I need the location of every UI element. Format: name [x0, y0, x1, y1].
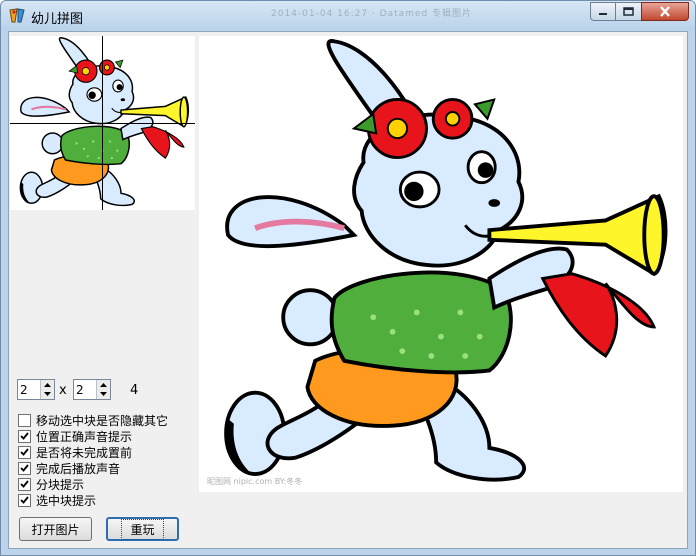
checkbox-checked[interactable] — [18, 445, 31, 459]
checkbox-checked[interactable] — [18, 461, 31, 475]
checkmark-icon — [20, 464, 29, 472]
background-title-text: 2014-01-04 16:27 · Datamed 专辑图片 — [271, 9, 473, 19]
option-label: 位置正确声音提示 — [36, 429, 133, 444]
checkbox-checked[interactable] — [18, 429, 31, 443]
option-unfinished-front[interactable]: 是否将未完成置前 — [18, 444, 132, 460]
checkmark-icon — [20, 496, 29, 504]
option-piece-hint[interactable]: 分块提示 — [18, 476, 84, 492]
checkmark-icon — [20, 432, 29, 440]
preview-grid-line-horizontal — [10, 123, 195, 124]
image-watermark: 昵图网 nipic.com BY:冬冬 — [207, 477, 303, 486]
times-symbol: x — [59, 383, 67, 398]
client-area: 昵图网 nipic.com BY:冬冬 2 x 2 4 移动选中块是否隐藏其它 — [8, 31, 688, 549]
puzzle-board[interactable]: 昵图网 nipic.com BY:冬冬 — [199, 36, 683, 492]
rows-spinner-buttons[interactable] — [40, 380, 54, 399]
option-label: 移动选中块是否隐藏其它 — [36, 413, 169, 428]
replay-button[interactable]: 重玩 — [106, 517, 179, 541]
checkmark-icon — [20, 448, 29, 456]
app-puzzle-icon — [8, 7, 26, 25]
cols-spinner-buttons[interactable] — [96, 380, 110, 399]
app-window: 幼儿拼图 2014-01-04 16:27 · Datamed 专辑图片 昵图网… — [0, 0, 696, 556]
close-button[interactable] — [641, 2, 689, 21]
cols-value[interactable]: 2 — [76, 383, 84, 397]
rows-spinner[interactable]: 2 — [17, 379, 55, 400]
preview-thumbnail — [10, 36, 195, 210]
spinner-up-icon[interactable] — [97, 380, 110, 389]
checkbox-checked[interactable] — [18, 477, 31, 491]
spinner-up-icon[interactable] — [41, 380, 54, 389]
option-hide-others[interactable]: 移动选中块是否隐藏其它 — [18, 412, 168, 428]
maximize-button[interactable] — [615, 2, 642, 21]
checkbox-checked[interactable] — [18, 493, 31, 507]
title-bar[interactable]: 幼儿拼图 2014-01-04 16:27 · Datamed 专辑图片 — [1, 1, 695, 31]
open-image-button[interactable]: 打开图片 — [19, 517, 92, 541]
window-title: 幼儿拼图 — [31, 12, 84, 27]
option-correct-sound[interactable]: 位置正确声音提示 — [18, 428, 132, 444]
option-label: 是否将未完成置前 — [36, 445, 133, 460]
minimize-icon — [599, 12, 607, 15]
pieces-count: 4 — [130, 383, 139, 398]
puzzle-image[interactable] — [199, 36, 683, 492]
close-icon — [660, 6, 670, 17]
checkbox-unchecked[interactable] — [18, 413, 31, 427]
rows-value[interactable]: 2 — [20, 383, 28, 397]
checkmark-icon — [20, 480, 29, 488]
option-selected-hint[interactable]: 选中块提示 — [18, 492, 96, 508]
option-finish-sound[interactable]: 完成后播放声音 — [18, 460, 120, 476]
maximize-icon — [623, 7, 634, 16]
cols-spinner[interactable]: 2 — [73, 379, 111, 400]
replay-button-label: 重玩 — [121, 518, 164, 540]
option-label: 选中块提示 — [36, 493, 97, 508]
option-label: 完成后播放声音 — [36, 461, 121, 476]
minimize-button[interactable] — [590, 2, 616, 21]
spinner-down-icon[interactable] — [97, 389, 110, 398]
spinner-down-icon[interactable] — [41, 389, 54, 398]
option-label: 分块提示 — [36, 477, 85, 492]
